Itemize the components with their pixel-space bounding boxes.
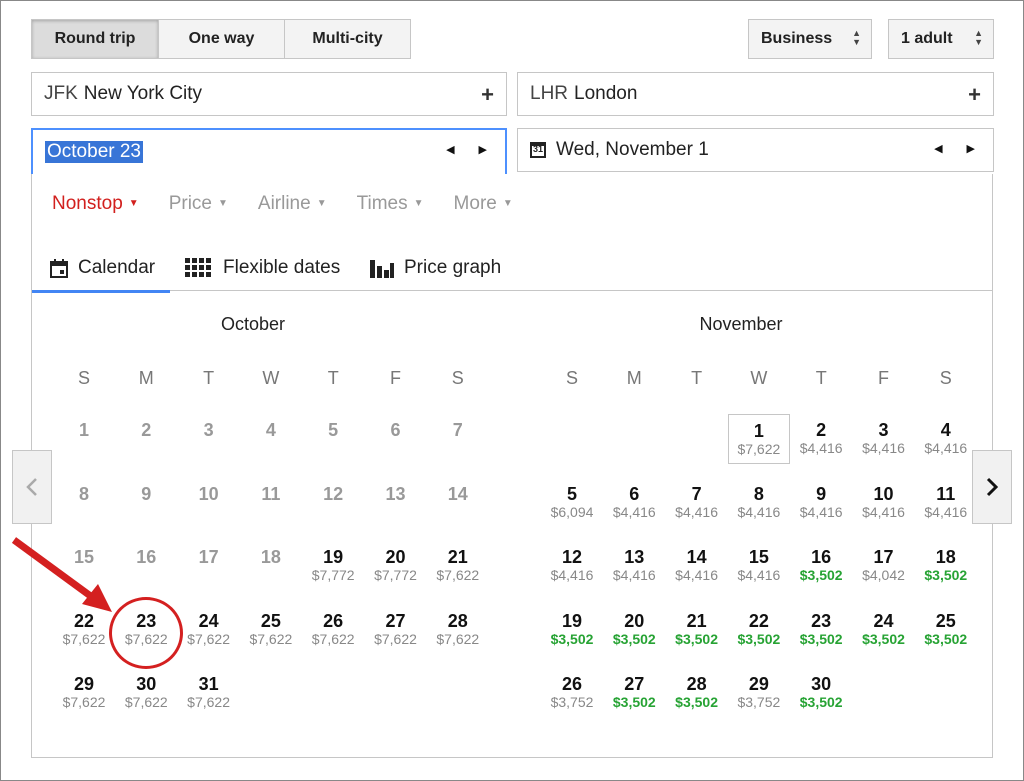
highlight-circle [109,597,183,669]
